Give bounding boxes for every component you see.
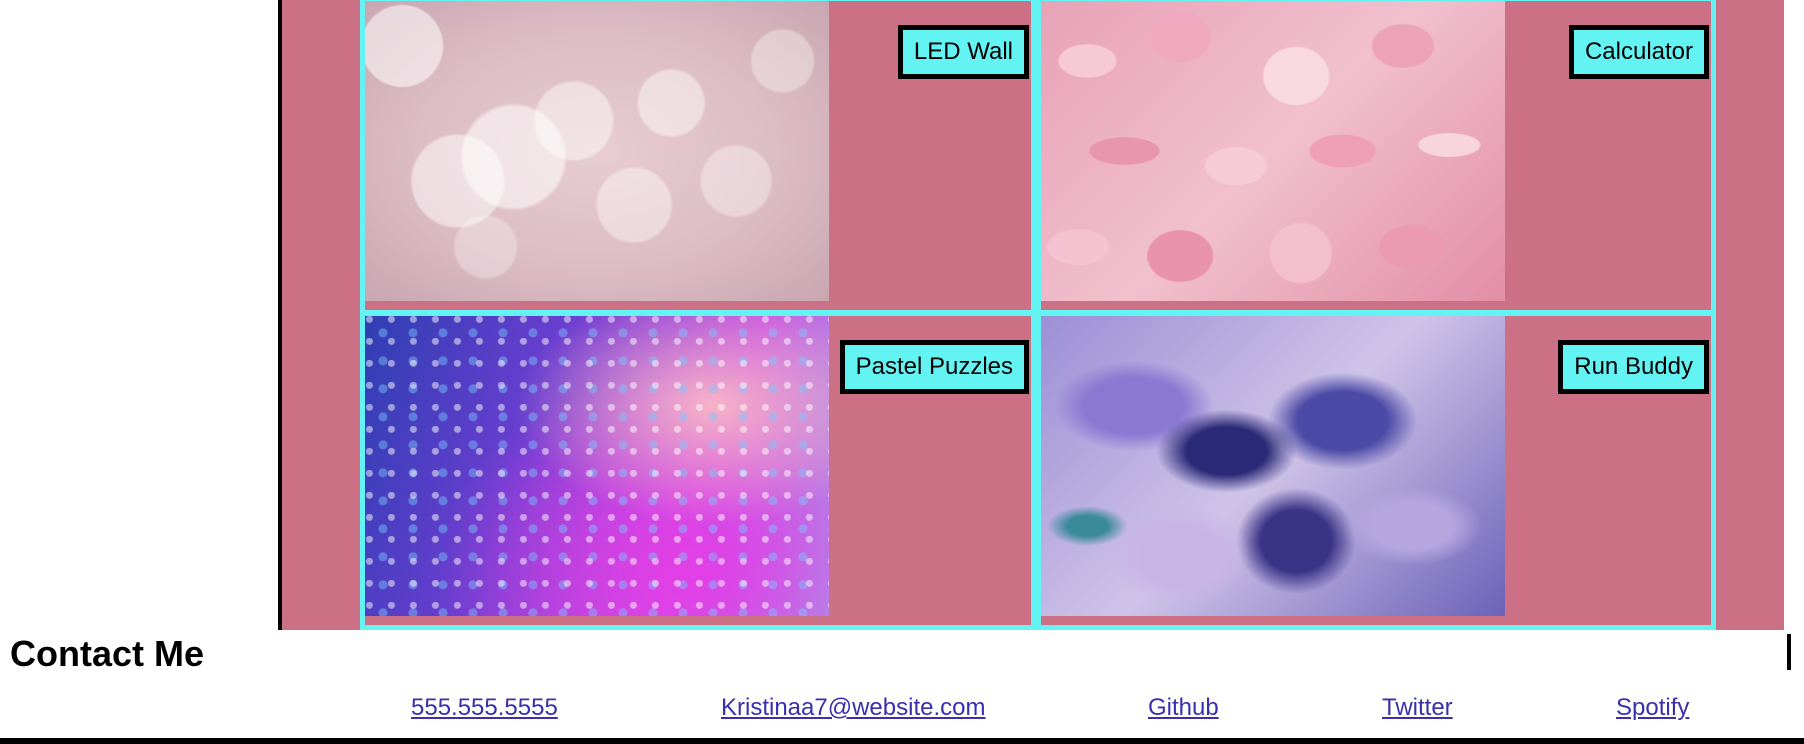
github-link[interactable]: Github xyxy=(1148,694,1219,722)
project-card-pastel-puzzles[interactable]: Pastel Puzzles xyxy=(360,311,1036,630)
rose-petals-image xyxy=(1041,1,1505,301)
bokeh-image xyxy=(365,1,829,301)
phone-link[interactable]: 555.555.5555 xyxy=(411,694,558,722)
contact-heading: Contact Me xyxy=(10,633,205,674)
ink-swirl-image xyxy=(1041,316,1505,616)
footer-divider xyxy=(1787,634,1791,670)
project-title-run-buddy[interactable]: Run Buddy xyxy=(1558,340,1709,394)
portfolio-page: LED Wall Calculator Pastel Puzzles Run B… xyxy=(0,0,1804,744)
project-card-led-wall[interactable]: LED Wall xyxy=(360,0,1036,315)
project-card-calculator[interactable]: Calculator xyxy=(1036,0,1716,315)
window-bottom-edge xyxy=(0,738,1804,744)
project-card-run-buddy[interactable]: Run Buddy xyxy=(1036,311,1716,630)
project-title-calculator[interactable]: Calculator xyxy=(1568,25,1709,79)
project-title-pastel-puzzles[interactable]: Pastel Puzzles xyxy=(839,340,1029,394)
email-link[interactable]: Kristinaa7@website.com xyxy=(721,694,985,722)
water-droplets-image xyxy=(365,316,829,616)
work-section: LED Wall Calculator Pastel Puzzles Run B… xyxy=(282,0,1784,630)
spotify-link[interactable]: Spotify xyxy=(1616,694,1689,722)
twitter-link[interactable]: Twitter xyxy=(1382,694,1453,722)
project-title-led-wall[interactable]: LED Wall xyxy=(897,25,1029,79)
contact-footer xyxy=(0,630,1804,744)
